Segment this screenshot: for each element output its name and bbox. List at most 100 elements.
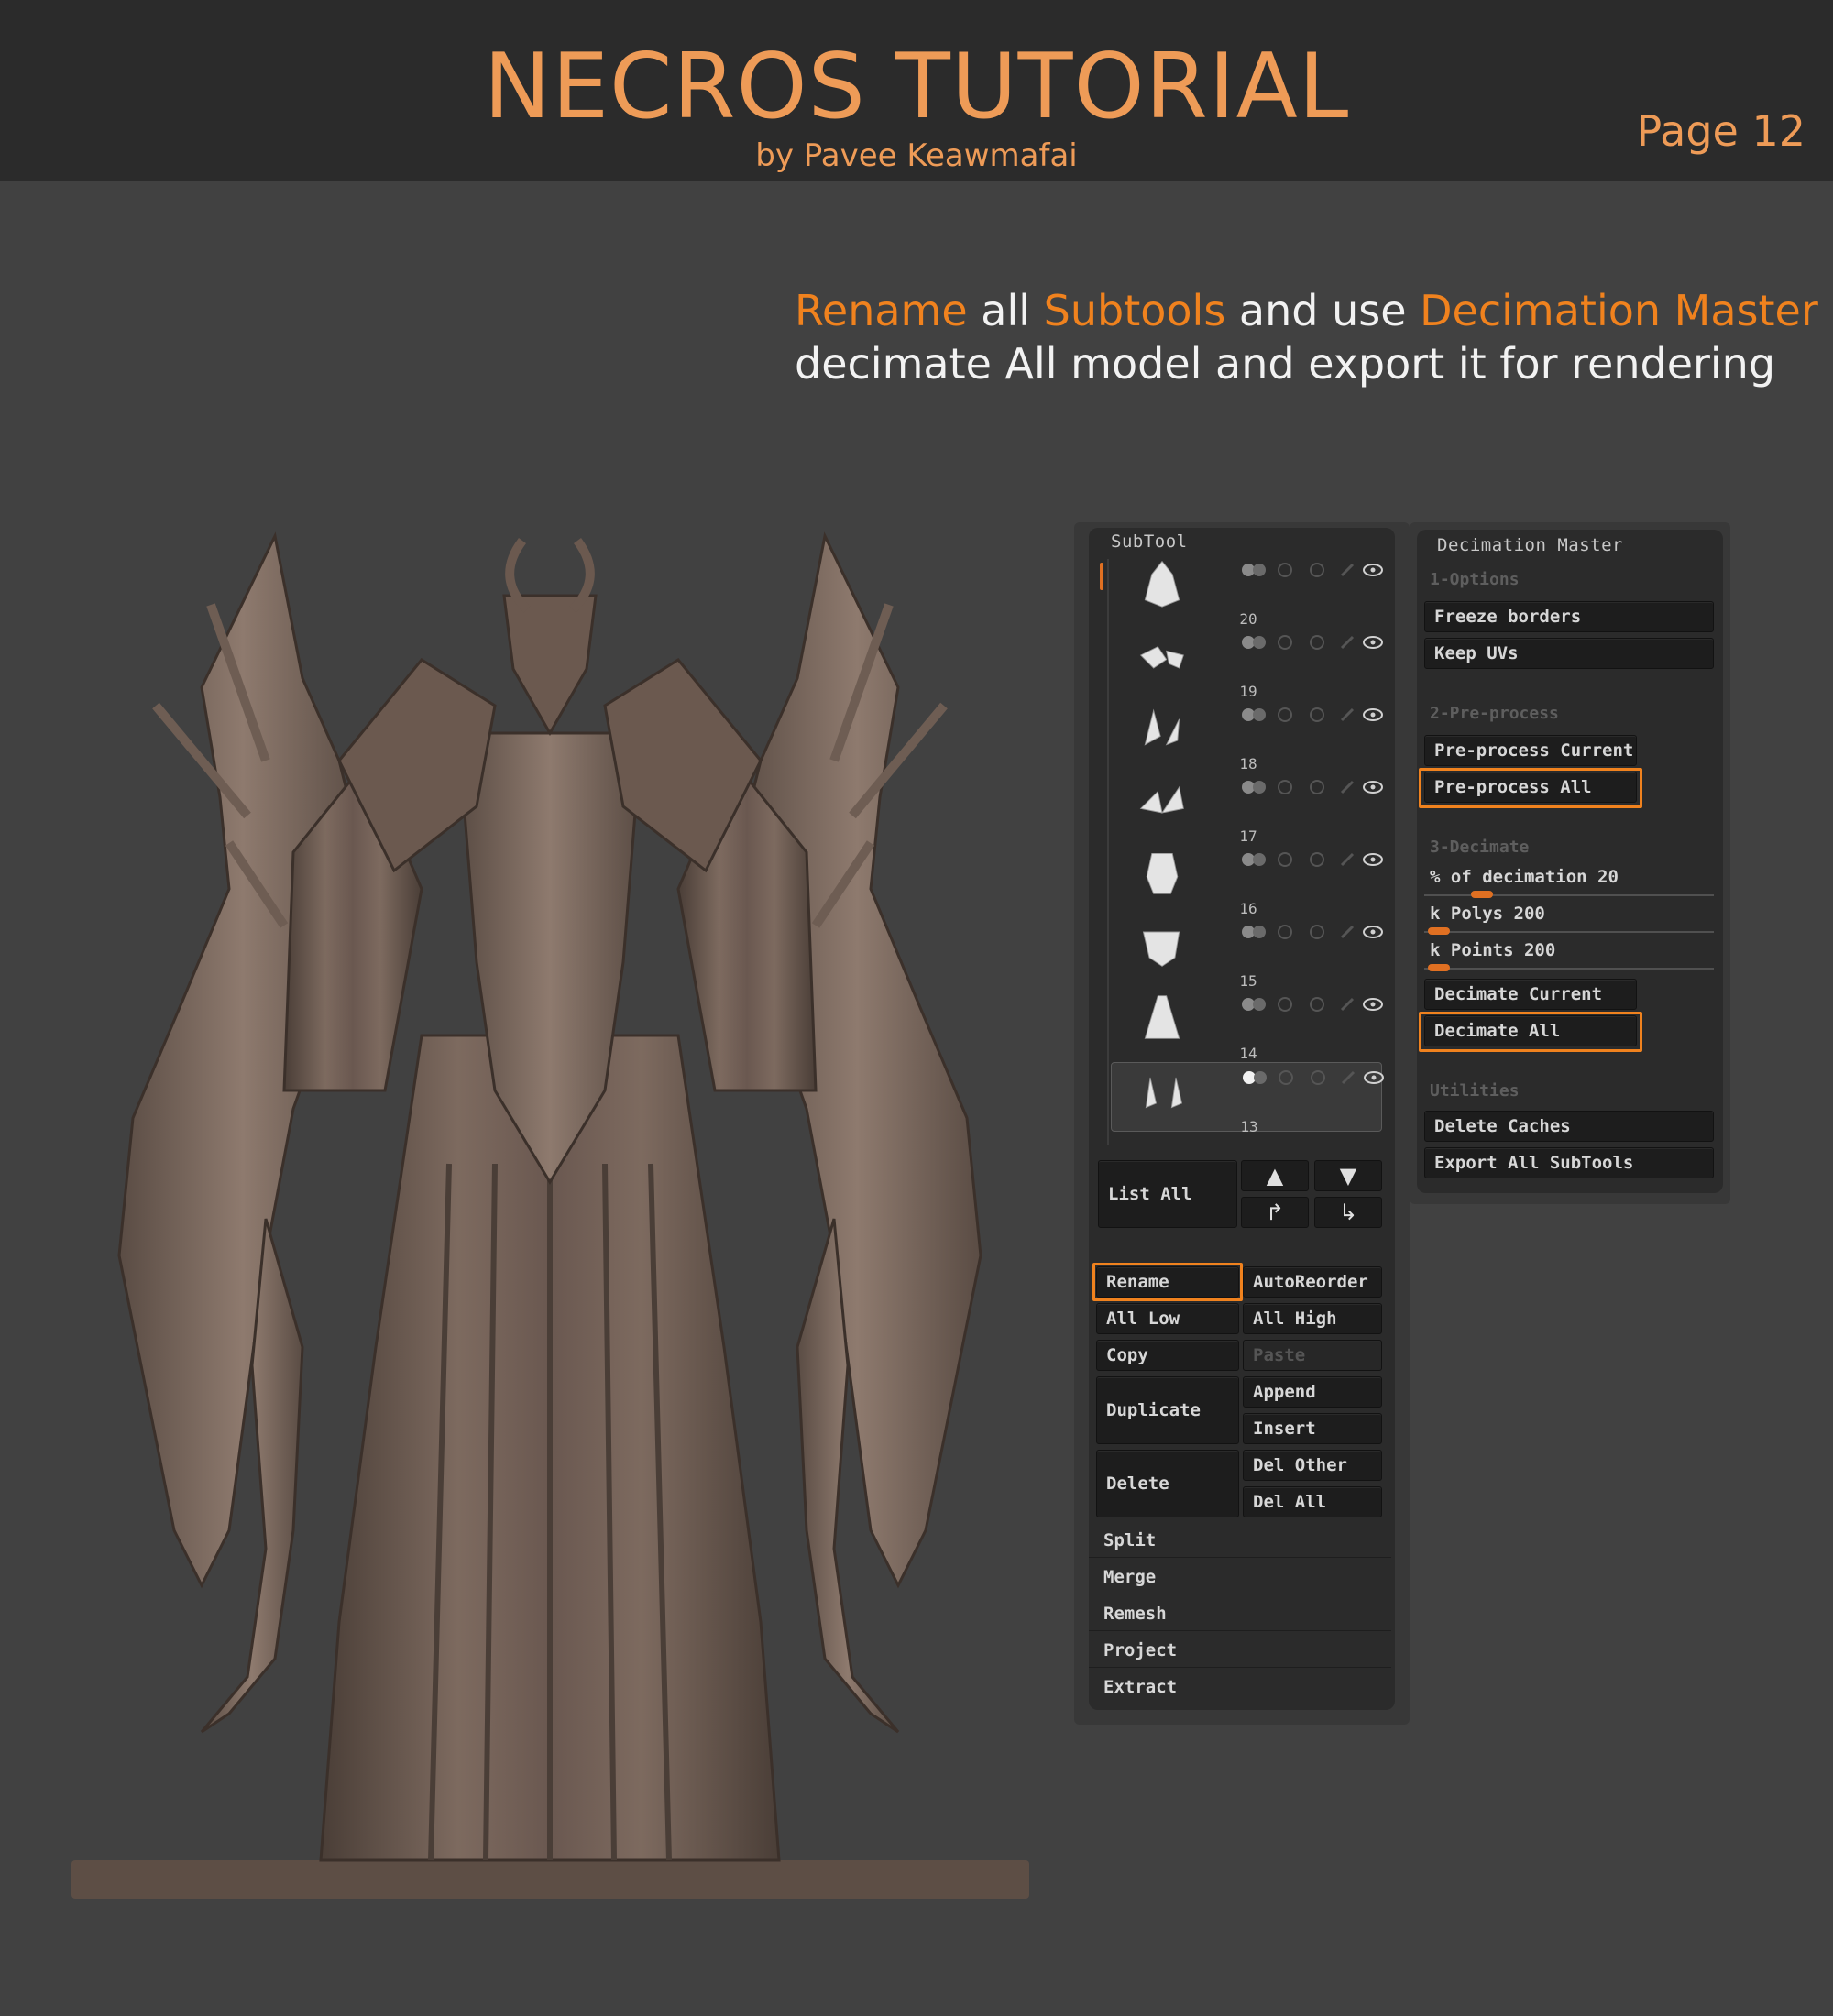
append-button[interactable]: Append [1243,1376,1382,1408]
autoreorder-button[interactable]: AutoReorder [1243,1266,1382,1298]
arrow-turn-down-icon: ↳ [1338,1200,1358,1225]
material-icon [1278,852,1292,867]
highlight-decimation-master: Decimation Master [1420,286,1818,335]
instruction-fragment: all [967,286,1044,335]
k-points-track[interactable] [1424,968,1714,970]
subtool-pieces-thumbnail [1139,646,1184,669]
subtool-torso-thumbnail [1146,853,1179,894]
k-polys-slider[interactable] [1427,927,1450,935]
brush-icon [1341,1070,1356,1085]
move-to-bottom-button[interactable]: ↳ [1314,1197,1382,1228]
subtool-row-icons [1242,635,1383,650]
polypaint-icon [1242,564,1255,576]
del-all-button[interactable]: Del All [1243,1486,1382,1517]
brush-icon [1340,635,1355,650]
material-icon [1278,997,1292,1012]
k-polys-label: k Polys 200 [1430,904,1545,924]
brush-icon [1340,563,1355,577]
subtool-head-thumbnail [1144,560,1180,608]
k-points-label: k Points 200 [1430,940,1556,960]
polypaint-icon [1242,998,1255,1011]
subtool-row[interactable]: 19 [1111,628,1383,700]
material-icon [1279,1070,1293,1085]
instruction-fragment: and use [1225,286,1421,335]
freeze-borders-toggle[interactable]: Freeze borders [1424,601,1714,632]
solo-icon [1310,997,1324,1012]
brush-icon [1340,852,1355,867]
move-to-top-button[interactable]: ↱ [1241,1197,1309,1228]
decimation-percent-label: % of decimation 20 [1430,867,1619,887]
subtool-row[interactable]: 14 [1111,990,1383,1062]
merge-menu[interactable]: Merge [1089,1560,1391,1594]
subtool-row-icons [1242,997,1383,1012]
header-bar: NECROS TUTORIAL by Pavee Keawmafai Page … [0,0,1833,181]
instruction-text: Rename all Subtools and use Decimation M… [795,284,1818,390]
subtool-row-icons [1242,780,1383,794]
move-down-button[interactable]: ▼ [1314,1160,1382,1191]
all-high-button[interactable]: All High [1243,1303,1382,1334]
delete-button[interactable]: Delete [1096,1450,1239,1517]
brush-icon [1340,707,1355,722]
polypaint-icon-b [1253,998,1266,1011]
split-menu[interactable]: Split [1089,1523,1391,1558]
material-icon [1278,563,1292,577]
k-polys-track[interactable] [1424,931,1714,933]
decimate-current-button[interactable]: Decimate Current [1424,979,1637,1010]
subtool-row[interactable]: 15 [1111,917,1383,990]
arrow-turn-up-icon: ↱ [1265,1200,1285,1225]
subtool-number: 20 [1239,610,1257,628]
polypaint-icon-b [1253,781,1266,794]
preprocess-all-highlight [1419,768,1642,808]
polypaint-icon-b [1254,1071,1267,1084]
subtool-horns-thumbnail [1145,1077,1183,1109]
polypaint-icon [1242,853,1255,866]
subtool-number: 13 [1240,1118,1258,1135]
delete-caches-button[interactable]: Delete Caches [1424,1111,1714,1142]
solo-icon [1310,925,1324,939]
subtool-row[interactable]: 17 [1111,772,1383,845]
subtool-number: 14 [1239,1045,1257,1062]
list-all-button[interactable]: List All [1098,1160,1237,1228]
subtool-row[interactable]: 13 [1111,1062,1384,1135]
duplicate-button[interactable]: Duplicate [1096,1376,1239,1444]
solo-icon [1311,1070,1325,1085]
subtool-scrollbar[interactable] [1100,563,1103,590]
highlight-rename: Rename [795,286,968,335]
del-other-button[interactable]: Del Other [1243,1450,1382,1481]
polypaint-icon [1242,636,1255,649]
preprocess-current-button[interactable]: Pre-process Current [1424,735,1637,766]
export-all-subtools-button[interactable]: Export All SubTools [1424,1147,1714,1178]
decimation-percent-track[interactable] [1424,894,1714,896]
copy-button[interactable]: Copy [1096,1340,1239,1371]
polypaint-icon [1242,926,1255,938]
k-points-slider[interactable] [1427,964,1450,971]
subtool-row[interactable]: 18 [1111,700,1383,772]
keep-uvs-toggle[interactable]: Keep UVs [1424,638,1714,669]
subtool-scroll-track [1107,559,1109,1145]
subtool-number: 16 [1239,900,1257,917]
extract-menu[interactable]: Extract [1089,1670,1391,1704]
remesh-menu[interactable]: Remesh [1089,1596,1391,1631]
brush-icon [1340,997,1355,1012]
all-low-button[interactable]: All Low [1096,1303,1239,1334]
polypaint-icon-b [1253,708,1266,721]
subtool-claws-thumbnail [1144,708,1180,746]
move-up-button[interactable]: ▲ [1241,1160,1309,1191]
polypaint-icon-b [1253,853,1266,866]
subtool-robe-thumbnail [1144,995,1180,1039]
insert-button[interactable]: Insert [1243,1413,1382,1444]
instruction-line-1: Rename all Subtools and use Decimation M… [795,284,1818,337]
polypaint-icon [1242,781,1255,794]
polypaint-icon-b [1253,564,1266,576]
decimation-percent-slider[interactable] [1471,891,1494,898]
subtool-panel: SubTool 20 19 18 17 16 15 14 13 List All ▲ ▼ ↱ … [1074,522,1410,1725]
subtool-row[interactable]: 20 [1111,555,1383,628]
subtool-row-icons [1242,852,1383,867]
material-icon [1278,780,1292,794]
subtool-row[interactable]: 16 [1111,845,1383,917]
solo-icon [1310,563,1324,577]
project-menu[interactable]: Project [1089,1633,1391,1668]
author-byline: by Pavee Keawmafai [755,137,1078,174]
paste-button[interactable]: Paste [1243,1340,1382,1371]
subtool-row-icons [1242,563,1383,577]
